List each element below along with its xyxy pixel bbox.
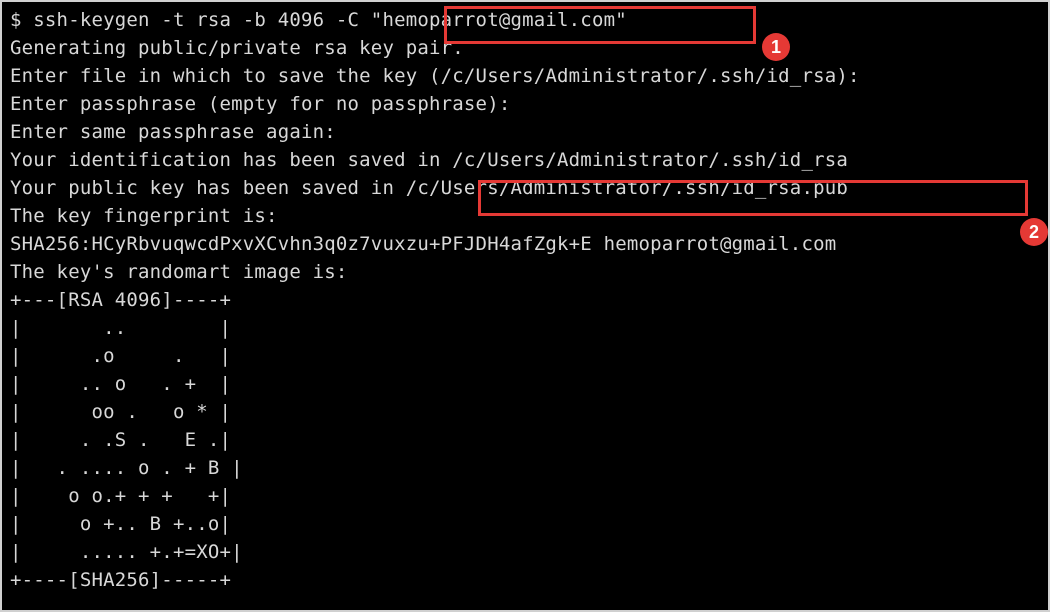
- output-line: Enter passphrase (empty for no passphras…: [10, 93, 511, 115]
- output-line: Your identification has been saved in /c…: [10, 149, 849, 171]
- randomart-line: | o +.. B +..o|: [10, 513, 232, 535]
- output-line: Enter same passphrase again:: [10, 121, 336, 143]
- randomart-line: | . .S . E .|: [10, 429, 232, 451]
- output-line: The key's randomart image is:: [10, 261, 348, 283]
- randomart-line: | ..... +.+=XO+|: [10, 541, 243, 563]
- randomart-line: | .o . |: [10, 345, 232, 367]
- annotation-badge-1: 1: [762, 33, 790, 61]
- output-line: Generating public/private rsa key pair.: [10, 37, 464, 59]
- email-highlight-box: [444, 6, 756, 44]
- randomart-line: | . .... o . + B |: [10, 457, 243, 479]
- randomart-line: +----[SHA256]-----+: [10, 569, 232, 591]
- pubkey-path-highlight-box: [478, 180, 1028, 216]
- terminal-window[interactable]: $ ssh-keygen -t rsa -b 4096 -C "hemoparr…: [0, 0, 1050, 612]
- output-line: Enter file in which to save the key (/c/…: [10, 65, 860, 87]
- randomart-line: | o o.+ + + +|: [10, 485, 232, 507]
- annotation-badge-2: 2: [1020, 218, 1048, 246]
- randomart-line: | oo . o * |: [10, 401, 232, 423]
- randomart-line: | .. |: [10, 317, 232, 339]
- randomart-line: | .. o . + |: [10, 373, 232, 395]
- fingerprint-line: SHA256:HCyRbvuqwcdPxvXCvhn3q0z7vuxzu+PFJ…: [10, 233, 837, 255]
- output-line: The key fingerprint is:: [10, 205, 278, 227]
- randomart-line: +---[RSA 4096]----+: [10, 289, 232, 311]
